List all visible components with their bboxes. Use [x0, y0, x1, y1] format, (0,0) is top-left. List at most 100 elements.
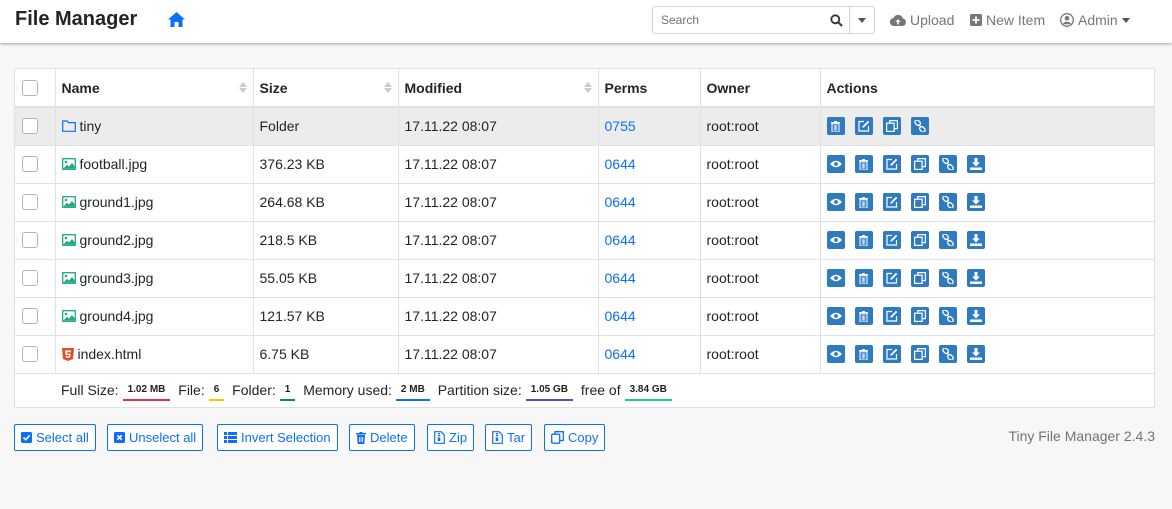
copy-icon[interactable] [910, 193, 929, 211]
app-title[interactable]: File Manager [15, 8, 137, 31]
table-row[interactable]: ground1.jpg 264.68 KB 17.11.22 08:07 0644 ro… [15, 182, 1154, 221]
view-icon[interactable] [826, 269, 845, 287]
table-row[interactable]: index.html 6.75 KB 17.11.22 08:07 0644 root:… [15, 334, 1154, 373]
view-icon[interactable] [826, 155, 845, 173]
perms-link[interactable]: 0644 [605, 232, 636, 248]
row-checkbox-cell [15, 258, 56, 297]
row-checkbox[interactable] [22, 156, 38, 172]
file-name-link[interactable]: tiny [80, 118, 102, 134]
zip-button[interactable]: Zip [427, 424, 475, 451]
header-modified[interactable]: Modified [398, 69, 599, 108]
view-icon[interactable] [826, 307, 845, 325]
file-name-link[interactable]: ground3.jpg [80, 270, 154, 286]
admin-menu[interactable]: Admin [1060, 12, 1130, 28]
perms-link[interactable]: 0755 [605, 118, 636, 134]
edit-icon[interactable] [882, 193, 901, 211]
copy-icon[interactable] [882, 117, 901, 136]
table-row[interactable]: ground3.jpg 55.05 KB 17.11.22 08:07 0644 roo… [15, 258, 1154, 297]
upload-link[interactable]: Upload [890, 12, 954, 28]
tar-button[interactable]: Tar [485, 424, 533, 451]
table-row[interactable]: ground4.jpg 121.57 KB 17.11.22 08:07 0644 ro… [15, 296, 1154, 335]
delete-icon[interactable] [854, 231, 873, 249]
search-input[interactable] [653, 7, 823, 33]
delete-icon[interactable] [854, 155, 873, 173]
home-icon[interactable] [168, 12, 185, 27]
link-icon[interactable] [938, 307, 957, 325]
copy-button[interactable]: Copy [544, 424, 606, 451]
table-row[interactable]: ground2.jpg 218.5 KB 17.11.22 08:07 0644 roo… [15, 220, 1154, 259]
perms-link[interactable]: 0644 [605, 156, 636, 172]
perms-link[interactable]: 0644 [605, 346, 636, 362]
row-checkbox[interactable] [22, 232, 38, 248]
actions-cell [820, 182, 1154, 221]
edit-icon[interactable] [882, 231, 901, 249]
file-name-link[interactable]: ground1.jpg [80, 194, 154, 210]
search-options-dropdown[interactable] [849, 7, 874, 33]
delete-icon[interactable] [854, 307, 873, 325]
header-size[interactable]: Size [253, 69, 399, 108]
download-icon[interactable] [966, 193, 985, 211]
unselect-all-button[interactable]: Unselect all [107, 424, 204, 451]
edit-icon[interactable] [882, 345, 901, 363]
download-icon[interactable] [966, 269, 985, 287]
actions-cell [820, 334, 1154, 373]
delete-icon[interactable] [854, 193, 873, 211]
copy-icon[interactable] [910, 307, 929, 325]
view-icon[interactable] [826, 231, 845, 249]
view-icon[interactable] [826, 193, 845, 211]
delete-button[interactable]: Delete [349, 424, 415, 451]
delete-icon[interactable] [826, 117, 845, 136]
download-icon[interactable] [966, 155, 985, 173]
table-row[interactable]: football.jpg 376.23 KB 17.11.22 08:07 0644 r… [15, 144, 1154, 183]
table-row[interactable]: tiny Folder 17.11.22 08:07 0755 root:root [15, 107, 1154, 145]
row-checkbox[interactable] [22, 346, 38, 362]
delete-icon[interactable] [854, 269, 873, 287]
download-icon[interactable] [966, 307, 985, 325]
file-name-link[interactable]: football.jpg [80, 156, 148, 172]
link-icon[interactable] [938, 231, 957, 249]
row-checkbox-cell [15, 182, 56, 221]
html5-file-icon [61, 347, 74, 361]
download-icon[interactable] [966, 231, 985, 249]
perms-link[interactable]: 0644 [605, 270, 636, 286]
row-checkbox[interactable] [22, 118, 38, 135]
edit-icon[interactable] [882, 155, 901, 173]
link-icon[interactable] [938, 345, 957, 363]
row-checkbox[interactable] [22, 194, 38, 210]
copy-icon[interactable] [910, 269, 929, 287]
perms-link[interactable]: 0644 [605, 194, 636, 210]
file-name-link[interactable]: ground4.jpg [80, 308, 154, 324]
copy-icon[interactable] [910, 231, 929, 249]
file-name-link[interactable]: ground2.jpg [80, 232, 154, 248]
partition-badge: 1.05 GB [525, 382, 573, 402]
link-icon[interactable] [910, 117, 929, 136]
link-icon[interactable] [938, 269, 957, 287]
row-checkbox[interactable] [22, 308, 38, 324]
perms-link[interactable]: 0644 [605, 308, 636, 324]
select-all-button[interactable]: Select all [14, 424, 96, 451]
link-icon[interactable] [938, 193, 957, 211]
edit-icon[interactable] [854, 117, 873, 136]
header-name[interactable]: Name [55, 69, 254, 108]
edit-icon[interactable] [882, 269, 901, 287]
copy-icon[interactable] [910, 155, 929, 173]
file-archive-icon [492, 431, 503, 444]
delete-icon[interactable] [854, 345, 873, 363]
view-icon[interactable] [826, 345, 845, 363]
copy-icon[interactable] [910, 345, 929, 363]
row-checkbox[interactable] [22, 270, 38, 286]
owner-cell: root:root [700, 182, 821, 221]
file-name-link[interactable]: index.html [78, 346, 142, 362]
link-icon[interactable] [938, 155, 957, 173]
search-icon[interactable] [823, 7, 849, 33]
download-icon[interactable] [966, 345, 985, 363]
sort-icon [583, 82, 592, 93]
new-item-link[interactable]: New Item [970, 12, 1045, 28]
image-file-icon [61, 310, 76, 322]
invert-selection-button[interactable]: Invert Selection [217, 424, 338, 451]
modified-cell: 17.11.22 08:07 [398, 258, 599, 297]
select-all-checkbox[interactable] [22, 79, 38, 96]
owner-cell: root:root [700, 258, 821, 297]
actions-cell [820, 258, 1154, 297]
edit-icon[interactable] [882, 307, 901, 325]
